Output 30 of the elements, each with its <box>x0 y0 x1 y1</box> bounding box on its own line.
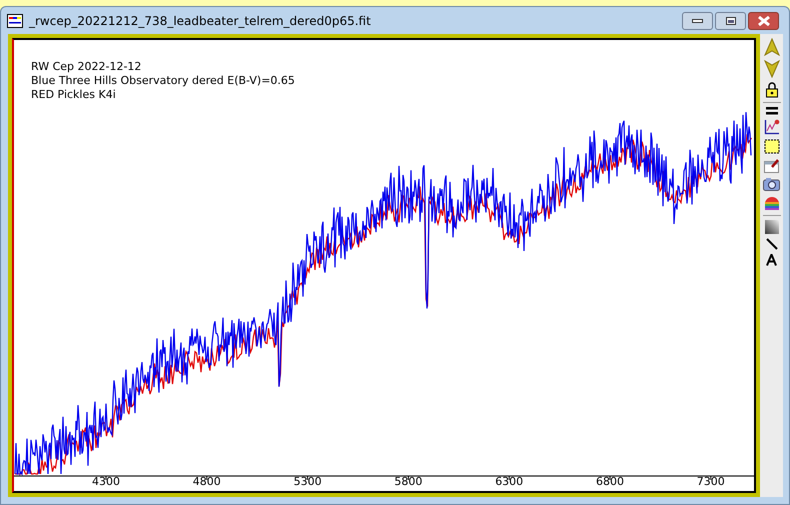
minimize-button[interactable] <box>682 12 713 30</box>
window-title: _rwcep_20221212_738_leadbeater_telrem_dered0p65.fit <box>29 12 371 30</box>
close-button[interactable] <box>748 12 779 30</box>
text-tool-icon[interactable] <box>766 254 777 266</box>
legend-text: Blue Three Hills Observatory dered E(B-V)=0.65 <box>31 74 295 88</box>
arrow-up-icon[interactable] <box>764 38 780 56</box>
axis-tick-label: 5300 <box>294 475 322 489</box>
window-icon <box>7 14 23 28</box>
axis-tick-label: 4800 <box>192 475 221 489</box>
axis-tick-label: 5800 <box>394 475 422 489</box>
close-icon <box>758 16 770 26</box>
equals-icon[interactable] <box>766 107 778 115</box>
rainbow-icon[interactable] <box>764 195 780 211</box>
axis-tick-label: 6800 <box>596 475 624 489</box>
maximize-icon <box>726 16 736 24</box>
line-icon[interactable] <box>766 238 778 250</box>
window-pin-icon[interactable] <box>764 158 780 173</box>
graph-icon[interactable] <box>764 119 780 135</box>
legend-text: RW Cep 2022-12-12 <box>31 60 142 74</box>
axis-tick-label: 4300 <box>92 475 120 489</box>
axis-tick-label: 6300 <box>495 475 524 489</box>
lock-icon[interactable] <box>764 82 778 98</box>
arrow-down-icon[interactable] <box>764 60 780 78</box>
camera-icon[interactable] <box>763 177 780 191</box>
selection-icon[interactable] <box>764 139 780 154</box>
maximize-button[interactable] <box>715 12 746 30</box>
gradient-icon[interactable] <box>764 220 778 234</box>
axis-tick-label: 7300 <box>696 475 725 489</box>
minimize-icon <box>692 18 703 22</box>
legend-text: RED Pickles K4i <box>31 88 117 102</box>
